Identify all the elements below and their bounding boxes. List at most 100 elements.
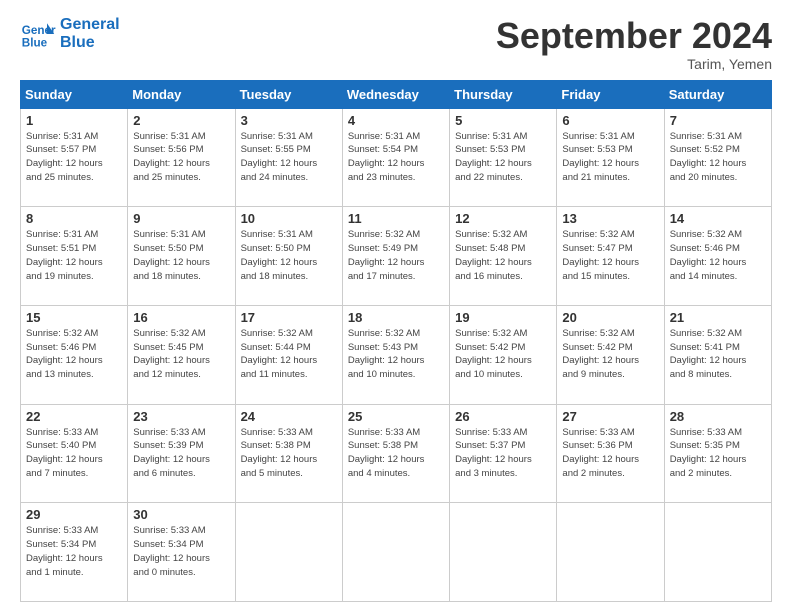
day-number: 2: [133, 113, 229, 128]
day-info: Sunrise: 5:31 AM Sunset: 5:53 PM Dayligh…: [455, 130, 551, 185]
header: General Blue General Blue September 2024…: [20, 16, 772, 72]
day-number: 15: [26, 310, 122, 325]
day-number: 4: [348, 113, 444, 128]
day-number: 30: [133, 507, 229, 522]
day-number: 21: [670, 310, 766, 325]
day-number: 16: [133, 310, 229, 325]
day-info: Sunrise: 5:32 AM Sunset: 5:49 PM Dayligh…: [348, 228, 444, 283]
calendar-cell: 19Sunrise: 5:32 AM Sunset: 5:42 PM Dayli…: [450, 305, 557, 404]
svg-text:Blue: Blue: [22, 37, 48, 50]
day-info: Sunrise: 5:32 AM Sunset: 5:45 PM Dayligh…: [133, 327, 229, 382]
day-info: Sunrise: 5:33 AM Sunset: 5:38 PM Dayligh…: [348, 426, 444, 481]
day-info: Sunrise: 5:33 AM Sunset: 5:39 PM Dayligh…: [133, 426, 229, 481]
day-info: Sunrise: 5:33 AM Sunset: 5:34 PM Dayligh…: [133, 524, 229, 579]
day-number: 27: [562, 409, 658, 424]
calendar-cell: 12Sunrise: 5:32 AM Sunset: 5:48 PM Dayli…: [450, 207, 557, 306]
calendar-body: 1 Sunrise: 5:31 AM Sunset: 5:57 PM Daylig…: [21, 108, 772, 601]
day-number: 20: [562, 310, 658, 325]
day-info: Sunrise: 5:32 AM Sunset: 5:42 PM Dayligh…: [455, 327, 551, 382]
calendar-cell: 4 Sunrise: 5:31 AM Sunset: 5:54 PM Daylig…: [342, 108, 449, 207]
day-info: Sunrise: 5:33 AM Sunset: 5:36 PM Dayligh…: [562, 426, 658, 481]
day-info: Sunrise: 5:33 AM Sunset: 5:34 PM Dayligh…: [26, 524, 122, 579]
calendar-cell: [557, 503, 664, 602]
day-number: 1: [26, 113, 122, 128]
calendar-cell: [235, 503, 342, 602]
weekday-header-tuesday: Tuesday: [235, 80, 342, 108]
calendar-cell: 6Sunrise: 5:31 AM Sunset: 5:53 PM Daylig…: [557, 108, 664, 207]
week-row-5: 29Sunrise: 5:33 AM Sunset: 5:34 PM Dayli…: [21, 503, 772, 602]
day-info: Sunrise: 5:31 AM Sunset: 5:52 PM Dayligh…: [670, 130, 766, 185]
day-info: Sunrise: 5:31 AM Sunset: 5:50 PM Dayligh…: [133, 228, 229, 283]
week-row-3: 15 Sunrise: 5:32 AM Sunset: 5:46 PM Dayli…: [21, 305, 772, 404]
logo-line1: General: [60, 16, 120, 34]
day-number: 5: [455, 113, 551, 128]
day-number: 12: [455, 211, 551, 226]
day-info: Sunrise: 5:32 AM Sunset: 5:42 PM Dayligh…: [562, 327, 658, 382]
day-info: Sunrise: 5:31 AM Sunset: 5:53 PM Dayligh…: [562, 130, 658, 185]
logo-icon: General Blue: [20, 16, 56, 52]
day-number: 13: [562, 211, 658, 226]
calendar-cell: 1 Sunrise: 5:31 AM Sunset: 5:57 PM Daylig…: [21, 108, 128, 207]
calendar-cell: 13 Sunrise: 5:32 AM Sunset: 5:47 PM Dayli…: [557, 207, 664, 306]
calendar-table: SundayMondayTuesdayWednesdayThursdayFrid…: [20, 80, 772, 602]
calendar-cell: 21 Sunrise: 5:32 AM Sunset: 5:41 PM Dayli…: [664, 305, 771, 404]
day-info: Sunrise: 5:32 AM Sunset: 5:47 PM Dayligh…: [562, 228, 658, 283]
day-info: Sunrise: 5:31 AM Sunset: 5:55 PM Dayligh…: [241, 130, 337, 185]
logo-line2: Blue: [60, 34, 120, 52]
weekday-header-thursday: Thursday: [450, 80, 557, 108]
day-info: Sunrise: 5:32 AM Sunset: 5:41 PM Dayligh…: [670, 327, 766, 382]
calendar-cell: 3 Sunrise: 5:31 AM Sunset: 5:55 PM Daylig…: [235, 108, 342, 207]
day-number: 18: [348, 310, 444, 325]
day-info: Sunrise: 5:32 AM Sunset: 5:43 PM Dayligh…: [348, 327, 444, 382]
day-number: 17: [241, 310, 337, 325]
day-info: Sunrise: 5:31 AM Sunset: 5:56 PM Dayligh…: [133, 130, 229, 185]
day-number: 26: [455, 409, 551, 424]
calendar-cell: 8 Sunrise: 5:31 AM Sunset: 5:51 PM Daylig…: [21, 207, 128, 306]
calendar-cell: 2 Sunrise: 5:31 AM Sunset: 5:56 PM Daylig…: [128, 108, 235, 207]
title-area: September 2024 Tarim, Yemen: [496, 16, 772, 72]
location: Tarim, Yemen: [496, 56, 772, 72]
day-info: Sunrise: 5:31 AM Sunset: 5:57 PM Dayligh…: [26, 130, 122, 185]
day-number: 8: [26, 211, 122, 226]
week-row-1: 1 Sunrise: 5:31 AM Sunset: 5:57 PM Daylig…: [21, 108, 772, 207]
calendar-cell: [342, 503, 449, 602]
calendar-cell: [664, 503, 771, 602]
calendar-cell: 9 Sunrise: 5:31 AM Sunset: 5:50 PM Daylig…: [128, 207, 235, 306]
calendar-cell: 17 Sunrise: 5:32 AM Sunset: 5:44 PM Dayli…: [235, 305, 342, 404]
calendar-cell: 27 Sunrise: 5:33 AM Sunset: 5:36 PM Dayli…: [557, 404, 664, 503]
day-info: Sunrise: 5:32 AM Sunset: 5:44 PM Dayligh…: [241, 327, 337, 382]
calendar-cell: 30 Sunrise: 5:33 AM Sunset: 5:34 PM Dayli…: [128, 503, 235, 602]
logo-area: General Blue General Blue: [20, 16, 120, 52]
calendar-cell: 23Sunrise: 5:33 AM Sunset: 5:39 PM Dayli…: [128, 404, 235, 503]
week-row-4: 22 Sunrise: 5:33 AM Sunset: 5:40 PM Dayli…: [21, 404, 772, 503]
calendar-cell: 26 Sunrise: 5:33 AM Sunset: 5:37 PM Dayli…: [450, 404, 557, 503]
calendar-cell: 29Sunrise: 5:33 AM Sunset: 5:34 PM Dayli…: [21, 503, 128, 602]
calendar-cell: 7 Sunrise: 5:31 AM Sunset: 5:52 PM Daylig…: [664, 108, 771, 207]
calendar-cell: 24 Sunrise: 5:33 AM Sunset: 5:38 PM Dayli…: [235, 404, 342, 503]
calendar-cell: 25Sunrise: 5:33 AM Sunset: 5:38 PM Dayli…: [342, 404, 449, 503]
day-number: 7: [670, 113, 766, 128]
day-number: 14: [670, 211, 766, 226]
day-info: Sunrise: 5:32 AM Sunset: 5:46 PM Dayligh…: [26, 327, 122, 382]
calendar-cell: 11 Sunrise: 5:32 AM Sunset: 5:49 PM Dayli…: [342, 207, 449, 306]
day-info: Sunrise: 5:31 AM Sunset: 5:51 PM Dayligh…: [26, 228, 122, 283]
day-number: 3: [241, 113, 337, 128]
day-info: Sunrise: 5:33 AM Sunset: 5:37 PM Dayligh…: [455, 426, 551, 481]
weekday-header-monday: Monday: [128, 80, 235, 108]
calendar-cell: 15 Sunrise: 5:32 AM Sunset: 5:46 PM Dayli…: [21, 305, 128, 404]
calendar-cell: 28Sunrise: 5:33 AM Sunset: 5:35 PM Dayli…: [664, 404, 771, 503]
day-info: Sunrise: 5:31 AM Sunset: 5:50 PM Dayligh…: [241, 228, 337, 283]
day-number: 11: [348, 211, 444, 226]
calendar-cell: 5 Sunrise: 5:31 AM Sunset: 5:53 PM Daylig…: [450, 108, 557, 207]
calendar-cell: 20 Sunrise: 5:32 AM Sunset: 5:42 PM Dayli…: [557, 305, 664, 404]
day-number: 28: [670, 409, 766, 424]
day-number: 24: [241, 409, 337, 424]
day-number: 9: [133, 211, 229, 226]
calendar-cell: 16 Sunrise: 5:32 AM Sunset: 5:45 PM Dayli…: [128, 305, 235, 404]
month-title: September 2024: [496, 16, 772, 56]
weekday-header-sunday: Sunday: [21, 80, 128, 108]
day-info: Sunrise: 5:33 AM Sunset: 5:38 PM Dayligh…: [241, 426, 337, 481]
day-info: Sunrise: 5:33 AM Sunset: 5:40 PM Dayligh…: [26, 426, 122, 481]
day-info: Sunrise: 5:31 AM Sunset: 5:54 PM Dayligh…: [348, 130, 444, 185]
day-number: 22: [26, 409, 122, 424]
